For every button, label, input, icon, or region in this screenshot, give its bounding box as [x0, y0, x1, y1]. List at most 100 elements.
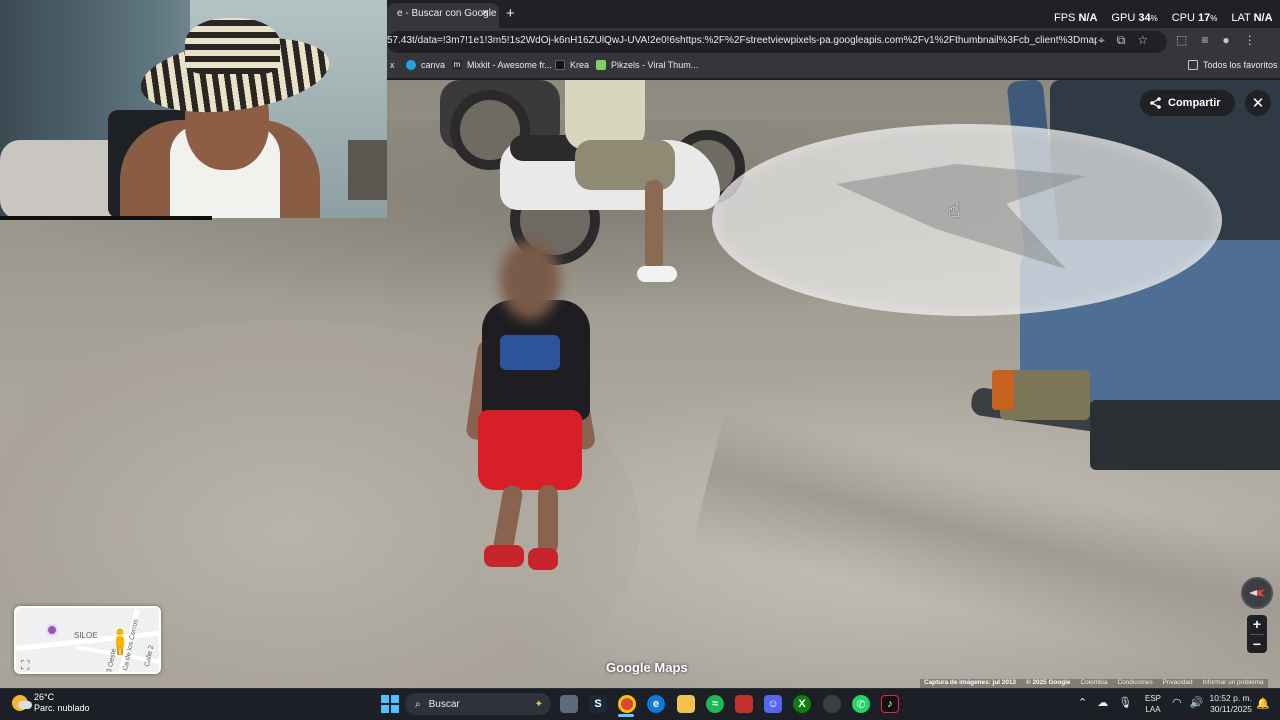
bookmark-item[interactable]: x: [390, 60, 395, 70]
bookmark-pikzels[interactable]: Pikzels - Viral Thum...: [596, 60, 698, 70]
fps-value: N/A: [1078, 12, 1098, 24]
notification-bell-icon[interactable]: 🔔: [1256, 697, 1270, 710]
close-icon: ✕: [1251, 95, 1265, 112]
zoom-out-button[interactable]: −: [1247, 635, 1267, 654]
red-app-icon[interactable]: [735, 695, 753, 713]
weather-temp: 26°C: [34, 692, 55, 702]
lat-value: N/A: [1253, 12, 1273, 24]
xbox-icon[interactable]: X: [793, 695, 811, 713]
lang-line1: ESP: [1145, 694, 1162, 703]
bookmark-label: Krea: [570, 60, 590, 70]
new-tab-button[interactable]: +: [506, 5, 515, 22]
edge-icon[interactable]: e: [647, 695, 665, 713]
wifi-icon: ◠: [1172, 697, 1182, 709]
tab-close-icon[interactable]: ×: [482, 7, 488, 19]
extensions-icon[interactable]: ⬚: [1176, 33, 1187, 47]
navigation-arrow-icon[interactable]: [836, 164, 1086, 274]
taskbar-search[interactable]: ⌕ Buscar ✦: [405, 693, 551, 715]
lat-label: LAT: [1231, 12, 1251, 24]
clock[interactable]: 10:52 p. m. 30/11/2025: [1208, 693, 1252, 715]
bookmark-krea[interactable]: Krea: [555, 60, 589, 70]
location-icon[interactable]: ⌖: [1098, 33, 1105, 48]
pegman-icon: [116, 628, 124, 655]
file-explorer-icon[interactable]: [677, 695, 695, 713]
gpu-value: 34: [1138, 12, 1151, 24]
language-indicator[interactable]: ESP LAA: [1145, 693, 1161, 715]
search-placeholder: Buscar: [428, 698, 460, 710]
percent-sign: %: [1150, 14, 1158, 23]
copilot-sparkle-icon: ✦: [534, 698, 543, 710]
webcam-shadow: [0, 216, 212, 220]
windows-logo-icon: [391, 695, 399, 703]
blurred-face: [500, 240, 560, 320]
toolbar-actions: ⬚ ≡ ● ⋮: [1176, 33, 1256, 47]
weather-widget[interactable]: 26°C Parc. nublado: [12, 692, 90, 714]
compass-icon: [1249, 589, 1265, 597]
bookmark-canva[interactable]: canva: [406, 60, 445, 70]
spotify-icon[interactable]: ≈: [706, 695, 724, 713]
compass-button[interactable]: [1241, 577, 1273, 609]
mixkit-icon: m: [452, 60, 462, 70]
whatsapp-icon[interactable]: ✆: [852, 695, 870, 713]
red-shoe: [528, 548, 558, 570]
rider-shoe: [637, 266, 677, 282]
partly-cloudy-icon: [12, 695, 32, 711]
media-icon[interactable]: ≡: [1201, 33, 1208, 47]
discord-icon[interactable]: ☺: [764, 695, 782, 713]
steam-icon[interactable]: S: [589, 695, 607, 713]
microphone-icon[interactable]: 🎙: [1118, 696, 1132, 709]
menu-icon[interactable]: ⋮: [1244, 33, 1256, 47]
bookmark-label: Mixkit - Awesome fr...: [467, 60, 552, 70]
time: 10:52 p. m.: [1209, 693, 1252, 703]
profile-avatar-icon[interactable]: ●: [1222, 33, 1229, 47]
volume-icon: 🔊: [1189, 697, 1204, 709]
lat-stat: LAT N/A: [1231, 12, 1272, 24]
star-bookmark-icon[interactable]: ☆: [1137, 33, 1148, 48]
system-tray: ⌃ ☁ 🎙: [1078, 696, 1132, 709]
cloud-icon[interactable]: ☁: [1097, 696, 1108, 709]
windows-logo-icon: [381, 695, 389, 703]
red-shorts: [478, 410, 582, 490]
bookmark-mixkit[interactable]: m Mixkit - Awesome fr...: [452, 60, 552, 70]
all-favorites[interactable]: Todos los favoritos: [1188, 60, 1278, 70]
cpu-value: 17: [1198, 12, 1211, 24]
google-maps-logo: Google Maps: [606, 660, 688, 675]
leg: [538, 485, 558, 555]
car-indicator: [992, 370, 1014, 410]
url-text[interactable]: 57.43t/data=!3m7!1e1!3m5!1s2WdOj-k6nH16Z…: [387, 35, 1097, 46]
close-streetview-button[interactable]: ✕: [1245, 90, 1271, 116]
lang-line2: LAA: [1145, 705, 1161, 714]
install-app-icon[interactable]: ⧉: [1117, 33, 1126, 48]
date: 30/11/2025: [1210, 704, 1252, 714]
share-icon: [1150, 97, 1161, 109]
canva-icon: [406, 60, 416, 70]
gpu-label: GPU: [1111, 12, 1136, 24]
expand-map-icon[interactable]: ⛶: [21, 658, 29, 672]
bookmark-label: canva: [421, 60, 446, 70]
windows-logo-icon: [381, 705, 389, 713]
map-label-street: Calle 2: [144, 644, 156, 668]
chrome-icon[interactable]: [618, 695, 636, 713]
pikzels-icon: [596, 60, 606, 70]
fps-label: FPS: [1054, 12, 1076, 24]
all-favorites-label: Todos los favoritos: [1203, 60, 1278, 70]
map-label-place: SILOE: [74, 631, 98, 640]
minimap[interactable]: SILOE Ca de los Cerros Calle 2 3 Oeste ⛶: [14, 606, 161, 674]
app-icon[interactable]: [823, 695, 841, 713]
krea-icon: [555, 60, 565, 70]
cpu-label: CPU: [1171, 12, 1195, 24]
start-button[interactable]: [381, 695, 399, 713]
chevron-up-icon[interactable]: ⌃: [1078, 696, 1087, 709]
bookmark-label: Pikzels - Viral Thum...: [611, 60, 699, 70]
shirt-print: [500, 335, 560, 370]
percent-sign: %: [1210, 14, 1218, 23]
tiktok-icon[interactable]: ♪: [881, 695, 899, 713]
rider-leg: [645, 180, 663, 270]
zoom-in-button[interactable]: +: [1247, 615, 1267, 634]
share-button[interactable]: Compartir: [1140, 90, 1235, 116]
child-pedestrian: [465, 240, 600, 570]
task-view-icon[interactable]: [560, 695, 578, 713]
sombrero-vueltiao-crown: [185, 18, 280, 74]
quick-settings[interactable]: ◠ 🔊: [1172, 696, 1203, 709]
folder-icon: [1188, 60, 1198, 70]
